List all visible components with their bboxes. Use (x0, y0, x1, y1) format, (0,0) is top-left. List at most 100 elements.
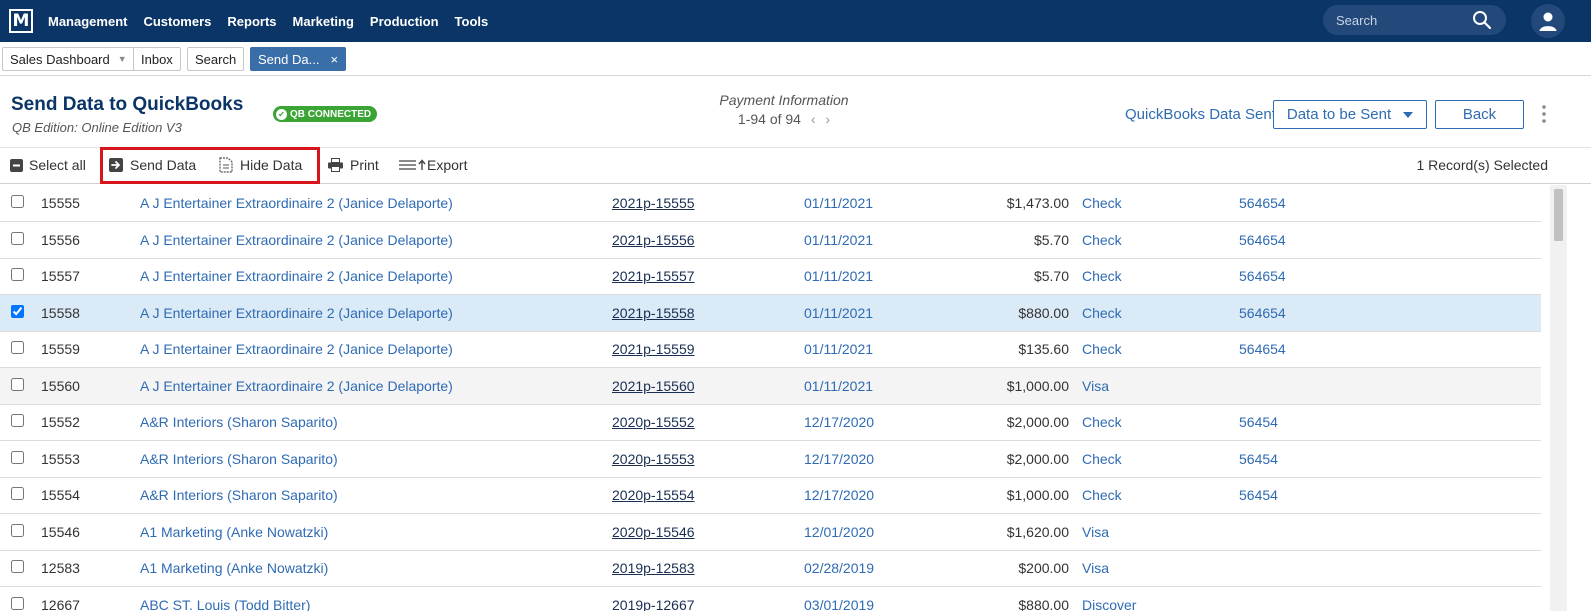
row-checkbox[interactable] (11, 195, 24, 208)
payment-method: Discover (1082, 596, 1137, 611)
customer-link[interactable]: A&R Interiors (Sharon Saparito) (140, 487, 338, 503)
chevron-right-icon[interactable]: › (825, 111, 830, 127)
row-checkbox[interactable] (11, 414, 24, 427)
table-row[interactable]: 15546 A1 Marketing (Anke Nowatzki) 2020p-1… (0, 514, 1541, 551)
payment-id: 15556 (41, 231, 80, 248)
order-number-link[interactable]: 2021p-15558 (612, 305, 695, 321)
back-button[interactable]: Back (1435, 100, 1524, 129)
global-search-input[interactable] (1336, 12, 1466, 28)
user-avatar[interactable] (1531, 4, 1565, 38)
customer-link[interactable]: A&R Interiors (Sharon Saparito) (140, 451, 338, 467)
check-circle-icon: ✔ (276, 108, 287, 120)
row-checkbox[interactable] (11, 450, 24, 464)
order-number-link[interactable]: 2019p-12583 (612, 560, 695, 576)
app-logo[interactable]: M (9, 9, 33, 33)
payment-amount: $1,000.00 (1006, 487, 1069, 503)
scrollbar-thumb[interactable] (1554, 189, 1563, 241)
customer-link[interactable]: A1 Marketing (Anke Nowatzki) (140, 524, 328, 540)
payment-amount: $2,000.00 (1006, 450, 1069, 467)
order-number-link[interactable]: 2021p-15560 (612, 378, 695, 394)
payment-method: Check (1082, 195, 1122, 211)
payment-amount: $1,000.00 (1006, 377, 1069, 394)
order-number-link[interactable]: 2021p-15557 (612, 268, 695, 284)
row-checkbox[interactable] (11, 560, 24, 573)
page-title: Send Data to QuickBooks (11, 94, 244, 115)
table-scrollbar[interactable] (1550, 185, 1567, 611)
send-data-button[interactable]: Send Data (109, 157, 196, 173)
row-checkbox[interactable] (11, 523, 24, 537)
close-icon[interactable]: × (330, 52, 338, 67)
row-checkbox[interactable] (11, 341, 24, 354)
row-checkbox[interactable] (11, 377, 24, 391)
row-checkbox[interactable] (11, 487, 24, 500)
tab-send-data[interactable]: Send Da... × (250, 47, 347, 71)
tab-sales-dashboard[interactable]: Sales Dashboard ▼ (2, 47, 135, 71)
table-row[interactable]: 15553 A&R Interiors (Sharon Saparito) 2020… (0, 441, 1541, 478)
menu-item-production[interactable]: Production (370, 14, 439, 29)
quickbooks-data-sent-link[interactable]: QuickBooks Data Sent (1125, 106, 1276, 123)
customer-link[interactable]: A1 Marketing (Anke Nowatzki) (140, 560, 328, 576)
chevron-left-icon[interactable]: ‹ (811, 111, 816, 127)
payment-method: Check (1082, 304, 1122, 321)
order-number-link[interactable]: 2021p-15555 (612, 195, 695, 211)
table-row[interactable]: 15555 A J Entertainer Extraordinaire 2 (J… (0, 185, 1541, 222)
table-row[interactable]: 15552 A&R Interiors (Sharon Saparito) 2020… (0, 404, 1541, 441)
export-button[interactable]: Export (399, 157, 467, 173)
menu-item-customers[interactable]: Customers (143, 14, 211, 29)
tab-search[interactable]: Search (187, 47, 245, 71)
payment-amount: $5.70 (1033, 268, 1069, 284)
tab-inbox[interactable]: Inbox (133, 47, 181, 71)
customer-link[interactable]: ABC ST. Louis (Todd Bitter) (140, 597, 310, 611)
select-all-button[interactable]: Select all (10, 157, 86, 173)
menu-item-management[interactable]: Management (48, 14, 127, 29)
customer-link[interactable]: A J Entertainer Extraordinaire 2 (Janice… (140, 232, 453, 248)
customer-link[interactable]: A J Entertainer Extraordinaire 2 (Janice… (140, 268, 453, 284)
payment-method: Check (1082, 341, 1122, 357)
menu-item-marketing[interactable]: Marketing (293, 14, 354, 29)
customer-link[interactable]: A&R Interiors (Sharon Saparito) (140, 414, 338, 430)
customer-link[interactable]: A J Entertainer Extraordinaire 2 (Janice… (140, 305, 453, 321)
chevron-down-icon[interactable]: ▼ (118, 54, 127, 64)
order-number-link[interactable]: 2020p-15546 (612, 524, 695, 540)
menu-item-tools[interactable]: Tools (455, 14, 489, 29)
table-row[interactable]: 15557 A J Entertainer Extraordinaire 2 (J… (0, 258, 1541, 295)
table-row[interactable]: 15560 A J Entertainer Extraordinaire 2 (J… (0, 367, 1541, 405)
row-checkbox[interactable] (11, 231, 24, 245)
customer-link[interactable]: A J Entertainer Extraordinaire 2 (Janice… (140, 378, 453, 394)
table-row[interactable]: 12667 ABC ST. Louis (Todd Bitter) 2019p-12… (0, 587, 1541, 611)
table-row[interactable]: 15554 A&R Interiors (Sharon Saparito) 2020… (0, 477, 1541, 514)
row-checkbox[interactable] (11, 268, 24, 281)
customer-link[interactable]: A J Entertainer Extraordinaire 2 (Janice… (140, 341, 453, 357)
payment-date: 01/11/2021 (804, 231, 874, 248)
order-number-link[interactable]: 2020p-15552 (612, 414, 695, 430)
table-row[interactable]: 15558 A J Entertainer Extraordinaire 2 (J… (0, 294, 1541, 332)
action-toolbar: Select all Send Data Hide Data Print Exp… (0, 147, 1591, 184)
payment-amount: $880.00 (1018, 304, 1069, 321)
order-number-link[interactable]: 2020p-15554 (612, 487, 695, 503)
customer-link[interactable]: A J Entertainer Extraordinaire 2 (Janice… (140, 195, 453, 211)
hide-data-button[interactable]: Hide Data (219, 157, 302, 173)
order-number-link[interactable]: 2021p-15556 (612, 232, 695, 248)
order-number-link[interactable]: 2019p-12667 (612, 597, 695, 611)
table-row[interactable]: 12583 A1 Marketing (Anke Nowatzki) 2019p-1… (0, 550, 1541, 587)
row-checkbox[interactable] (11, 596, 24, 610)
payment-method: Check (1082, 487, 1122, 503)
search-icon[interactable] (1472, 10, 1492, 30)
print-button[interactable]: Print (328, 157, 379, 173)
record-range: 1-94 of 94 (737, 111, 801, 127)
payment-method: Visa (1082, 377, 1109, 394)
order-number-link[interactable]: 2020p-15553 (612, 451, 695, 467)
table-row[interactable]: 15556 A J Entertainer Extraordinaire 2 (J… (0, 222, 1541, 259)
payment-amount: $5.70 (1033, 231, 1069, 248)
payment-id: 15553 (41, 450, 80, 467)
minus-square-icon (10, 158, 23, 172)
order-number-link[interactable]: 2021p-15559 (612, 341, 695, 357)
more-options-icon[interactable] (1541, 104, 1547, 124)
payment-amount: $135.60 (1018, 341, 1069, 357)
table-row[interactable]: 15559 A J Entertainer Extraordinaire 2 (J… (0, 331, 1541, 368)
data-to-be-sent-dropdown[interactable]: Data to be Sent (1273, 100, 1427, 129)
menu-item-reports[interactable]: Reports (227, 14, 276, 29)
export-icon (399, 159, 426, 170)
payment-id: 15554 (41, 487, 80, 503)
row-checkbox[interactable] (11, 304, 24, 318)
